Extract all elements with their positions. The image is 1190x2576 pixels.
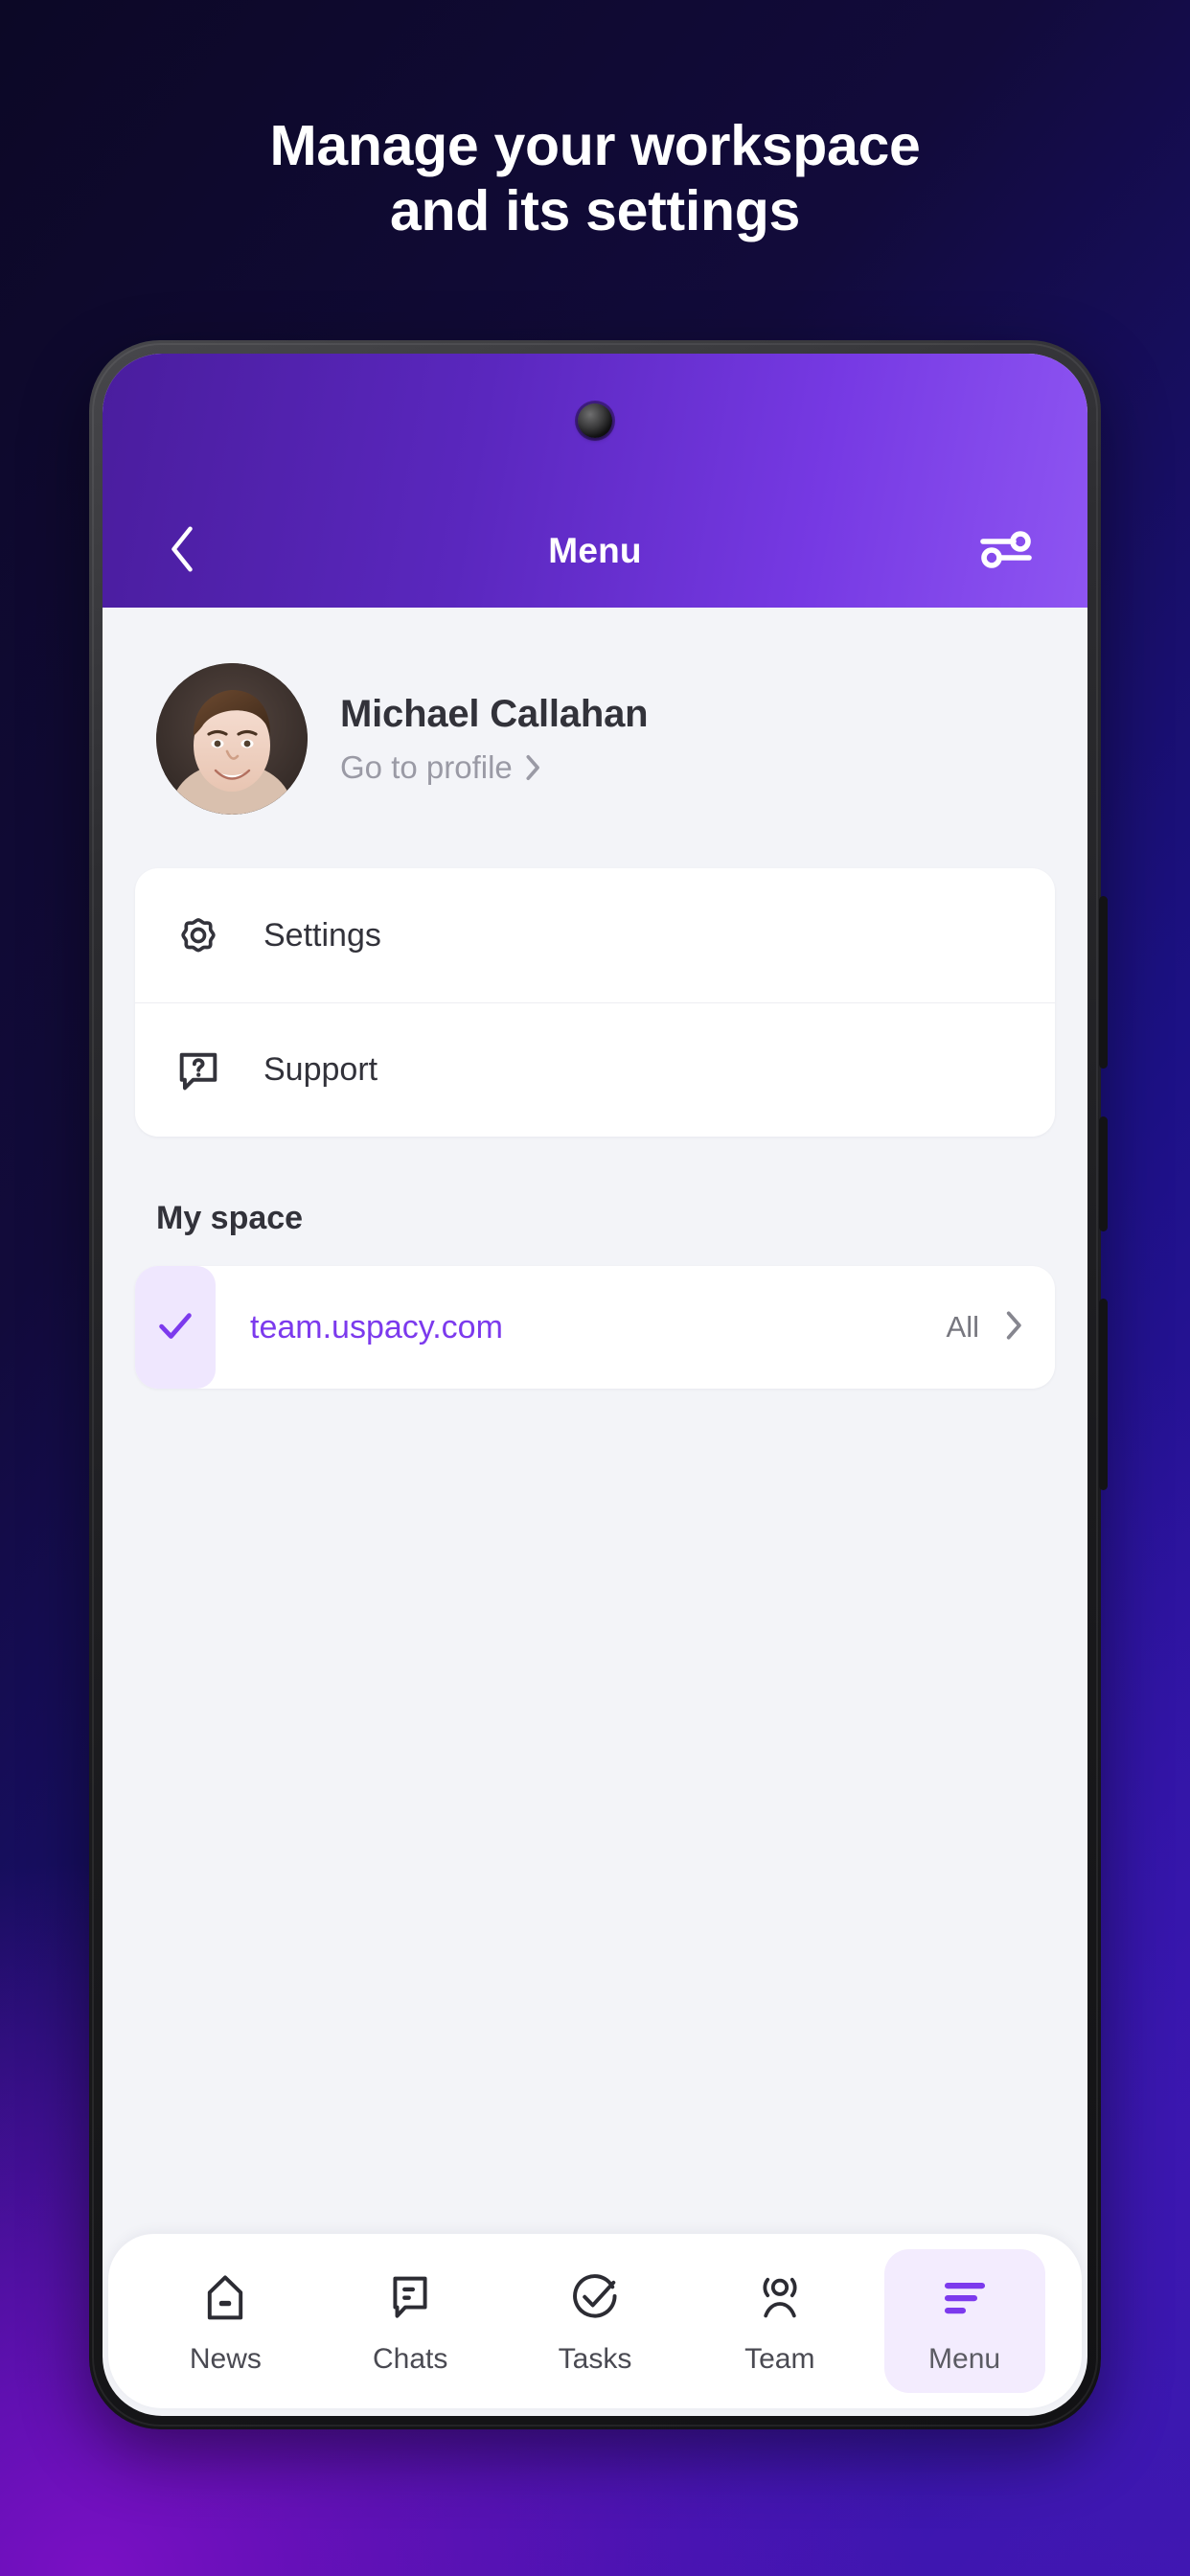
space-selected-tile[interactable]	[135, 1266, 216, 1389]
phone-power-button	[1099, 1299, 1108, 1490]
menu-item-settings[interactable]: Settings	[135, 868, 1055, 1002]
menu-item-label: Support	[263, 1051, 378, 1088]
check-circle-icon	[569, 2268, 621, 2328]
phone-mockup: Menu Michael Callahan Go to profile Sett…	[89, 340, 1108, 2429]
page-title: Menu	[548, 531, 642, 570]
my-space-section-title: My space	[156, 1200, 304, 1236]
back-button[interactable]	[156, 525, 208, 577]
phone-volume-down-button	[1099, 1116, 1108, 1231]
promo-headline: Manage your workspace and its settings	[0, 113, 1190, 244]
app-bar: Menu	[103, 354, 1087, 608]
people-icon	[753, 2268, 807, 2328]
headline-line-2: and its settings	[390, 179, 800, 243]
menu-item-support[interactable]: Support	[135, 1002, 1055, 1137]
chevron-right-icon[interactable]	[1004, 1310, 1022, 1346]
space-badge: All	[946, 1310, 979, 1344]
settings-filter-button[interactable]	[978, 523, 1034, 579]
nav-label: Team	[744, 2343, 815, 2375]
nav-label: Tasks	[558, 2343, 632, 2375]
nav-item-news[interactable]: News	[145, 2249, 306, 2393]
profile-name: Michael Callahan	[340, 692, 649, 735]
space-name: team.uspacy.com	[250, 1308, 503, 1346]
bottom-navigation: News Chats Tasks Team Menu	[108, 2234, 1082, 2408]
chat-icon	[385, 2268, 435, 2328]
menu-item-label: Settings	[263, 916, 381, 954]
profile-row[interactable]: Michael Callahan Go to profile	[135, 608, 1055, 868]
front-camera-icon	[578, 403, 612, 438]
gear-icon	[172, 908, 225, 962]
menu-card: Settings Support	[135, 868, 1055, 1137]
hamburger-icon	[941, 2268, 989, 2328]
chevron-right-icon	[524, 754, 540, 781]
check-icon	[153, 1303, 197, 1352]
home-icon	[200, 2268, 250, 2328]
nav-item-menu[interactable]: Menu	[883, 2249, 1045, 2393]
go-to-profile-link[interactable]: Go to profile	[340, 749, 648, 786]
headline-line-1: Manage your workspace	[269, 114, 921, 177]
nav-item-chats[interactable]: Chats	[330, 2249, 491, 2393]
nav-item-tasks[interactable]: Tasks	[515, 2249, 675, 2393]
phone-screen: Menu Michael Callahan Go to profile Sett…	[103, 354, 1087, 2416]
nav-label: News	[189, 2343, 262, 2375]
question-chat-icon	[172, 1044, 225, 1097]
nav-item-team[interactable]: Team	[699, 2249, 860, 2393]
phone-volume-up-button	[1099, 896, 1108, 1069]
go-to-profile-label: Go to profile	[340, 748, 513, 785]
chevron-left-icon	[166, 524, 198, 579]
sliders-icon	[979, 528, 1033, 575]
avatar	[156, 663, 308, 815]
menu-content: Michael Callahan Go to profile Settings …	[103, 608, 1087, 2234]
nav-label: Menu	[928, 2343, 1001, 2375]
space-row[interactable]: team.uspacy.com All	[135, 1266, 1055, 1389]
nav-label: Chats	[373, 2343, 448, 2375]
